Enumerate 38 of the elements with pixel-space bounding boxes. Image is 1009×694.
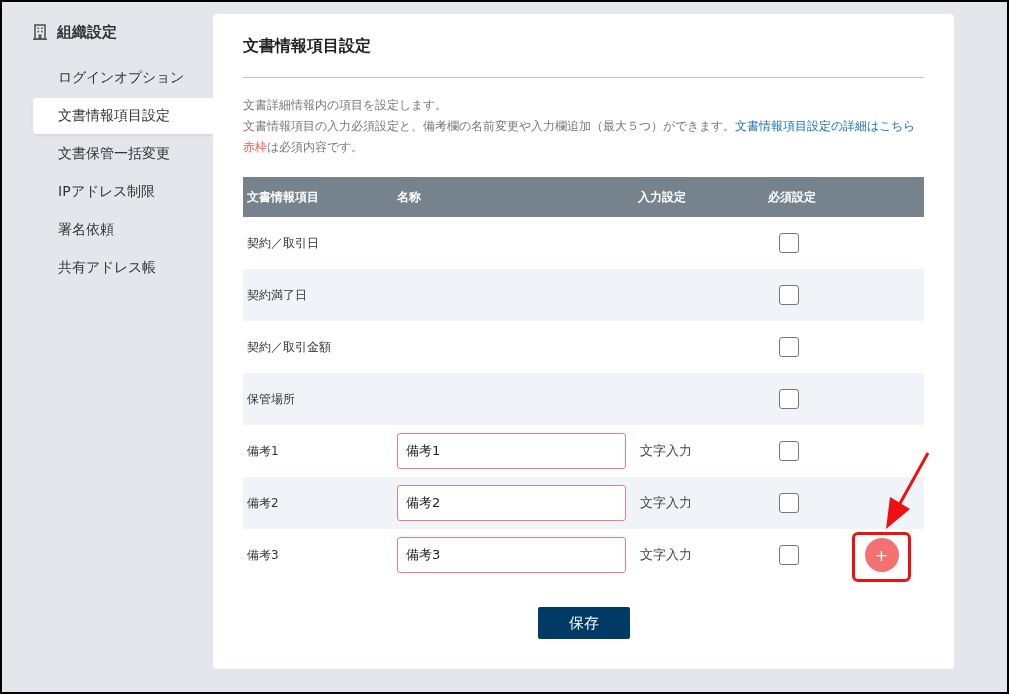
sidebar-item[interactable]: 共有アドレス帳 bbox=[33, 250, 213, 286]
input-setting-text: 文字入力 bbox=[639, 546, 693, 564]
sidebar-item[interactable]: 文書情報項目設定 bbox=[33, 98, 213, 134]
required-note-text: 赤枠は必須内容です。 bbox=[243, 139, 364, 156]
name-input-field[interactable]: 備考1 bbox=[397, 433, 626, 469]
name-input-field[interactable]: 備考3 bbox=[397, 537, 626, 573]
required-checkbox[interactable] bbox=[779, 493, 799, 513]
item-label: 備考1 bbox=[246, 442, 280, 460]
item-label: 契約満了日 bbox=[246, 286, 308, 304]
required-checkbox[interactable] bbox=[779, 233, 799, 253]
description-text: 文書情報項目の入力必須設定と、備考欄の名前変更や入力欄追加（最大５つ）ができます。文書情報項目設定の詳細はこちら bbox=[243, 118, 916, 135]
required-checkbox[interactable] bbox=[779, 337, 799, 357]
building-icon bbox=[33, 24, 47, 40]
required-checkbox[interactable] bbox=[779, 545, 799, 565]
details-link[interactable]: 文書情報項目設定の詳細はこちら bbox=[735, 119, 915, 133]
save-button[interactable]: 保存 bbox=[537, 607, 630, 639]
sidebar-item[interactable]: ログインオプション bbox=[33, 60, 213, 96]
required-checkbox[interactable] bbox=[779, 441, 799, 461]
sidebar-item[interactable]: 文書保管一括変更 bbox=[33, 136, 213, 172]
column-header: 入力設定 bbox=[637, 188, 687, 206]
input-setting-text: 文字入力 bbox=[639, 442, 693, 460]
item-label: 備考2 bbox=[246, 494, 280, 512]
page-title: 文書情報項目設定 bbox=[243, 36, 372, 56]
sidebar-title: 組織設定 bbox=[57, 22, 117, 42]
column-header: 必須設定 bbox=[767, 188, 817, 206]
item-label: 保管場所 bbox=[246, 390, 296, 408]
item-label: 契約／取引金額 bbox=[246, 338, 332, 356]
description-text: 文書詳細情報内の項目を設定します。 bbox=[243, 97, 448, 114]
required-checkbox[interactable] bbox=[779, 285, 799, 305]
sidebar-item[interactable]: IPアドレス制限 bbox=[33, 174, 213, 210]
column-header: 文書情報項目 bbox=[246, 188, 320, 206]
name-input-field[interactable]: 備考2 bbox=[397, 485, 626, 521]
sidebar-item[interactable]: 署名依頼 bbox=[33, 212, 213, 248]
column-header: 名称 bbox=[397, 188, 422, 206]
required-checkbox[interactable] bbox=[779, 389, 799, 409]
input-setting-text: 文字入力 bbox=[639, 494, 693, 512]
item-label: 契約／取引日 bbox=[246, 234, 320, 252]
item-label: 備考3 bbox=[246, 546, 280, 564]
